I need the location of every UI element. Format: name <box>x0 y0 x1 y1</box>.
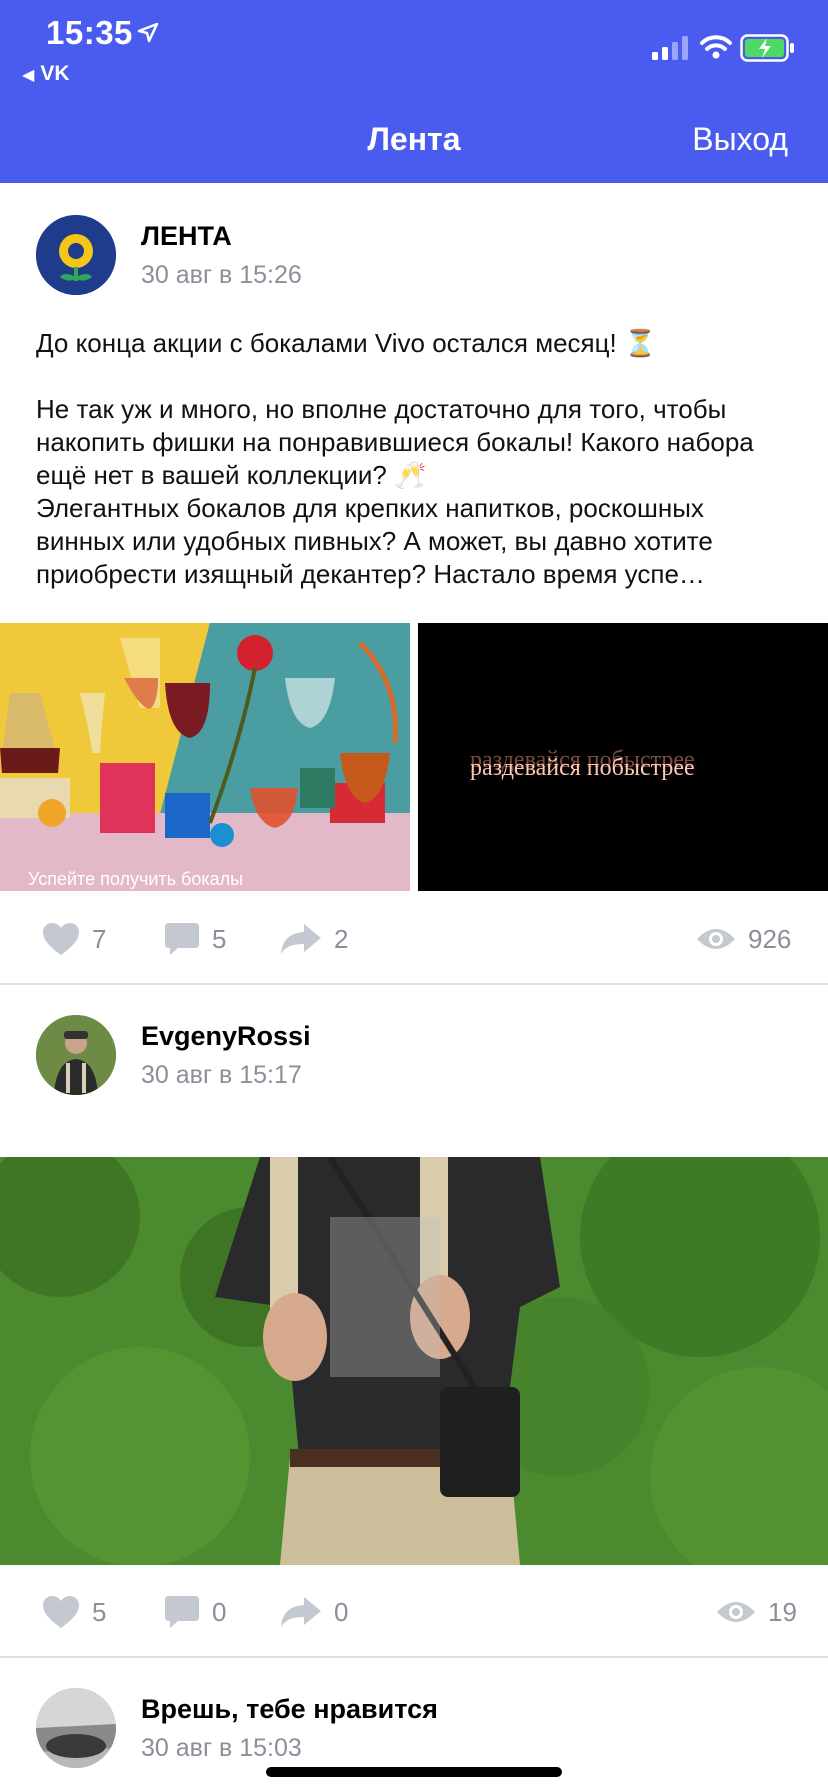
person-photo <box>0 1157 828 1565</box>
post-date: 30 авг в 15:26 <box>141 261 302 289</box>
comment-button[interactable]: 5 <box>164 909 226 969</box>
cat-photo-icon <box>36 1688 116 1768</box>
back-to-app-link[interactable]: ◀ VK <box>22 62 70 86</box>
post-evgenyrossi: EvgenyRossi 30 авг в 15:17 5 0 0 19 <box>0 985 828 1658</box>
post-author[interactable]: Врешь, тебе нравится <box>141 1694 438 1725</box>
post-date: 30 авг в 15:17 <box>141 1061 302 1089</box>
status-time: 15:35 <box>46 14 133 51</box>
battery-charging-icon <box>740 34 794 62</box>
views-counter: 926 <box>696 909 791 969</box>
post-video[interactable]: раздевайся побыстрее раздевайся побыстре… <box>418 623 828 891</box>
glasses-photo <box>0 623 410 891</box>
logout-button[interactable]: Выход <box>692 121 788 158</box>
comment-icon <box>165 1596 199 1628</box>
like-button[interactable]: 5 <box>42 1582 106 1642</box>
like-button[interactable]: 7 <box>42 909 106 969</box>
location-arrow-icon <box>137 22 159 43</box>
wifi-icon <box>700 35 732 59</box>
repost-count: 0 <box>334 1596 349 1627</box>
heart-icon <box>43 1596 79 1628</box>
cellular-signal-icon <box>652 36 688 60</box>
repost-button[interactable]: 2 <box>280 909 348 969</box>
back-triangle-icon: ◀ <box>22 67 35 84</box>
repost-button[interactable]: 0 <box>280 1582 348 1642</box>
post-actions: 5 0 0 19 <box>0 1582 828 1642</box>
post-author[interactable]: EvgenyRossi <box>141 1021 311 1052</box>
eye-icon <box>697 929 735 949</box>
like-count: 7 <box>92 923 107 954</box>
post-actions: 7 5 2 926 <box>0 909 828 969</box>
image-caption: Успейте получить бокалы <box>28 869 244 889</box>
video-caption: раздевайся побыстрее <box>470 755 695 781</box>
post-text: До конца акции с бокалами Vivo остался м… <box>36 328 754 589</box>
like-count: 5 <box>92 1596 107 1627</box>
post-date: 30 авг в 15:03 <box>141 1734 302 1762</box>
home-indicator[interactable] <box>266 1767 562 1777</box>
comment-icon <box>165 923 199 955</box>
avatar[interactable] <box>36 1015 116 1095</box>
comment-count: 0 <box>212 1596 227 1627</box>
sunflower-logo-icon <box>36 215 116 295</box>
views-count: 19 <box>768 1596 797 1627</box>
post-lenta: ЛЕНТА 30 авг в 15:26 До конца акции с бо… <box>0 183 828 985</box>
views-count: 926 <box>748 923 792 954</box>
views-counter: 19 <box>716 1582 797 1642</box>
comment-count: 5 <box>212 923 227 954</box>
top-bar: 15:35 ◀ VK Лента Выход <box>0 0 828 183</box>
post-image[interactable] <box>0 1157 828 1565</box>
post-image[interactable]: Успейте получить бокалы <box>0 623 410 891</box>
heart-icon <box>43 923 79 955</box>
comment-button[interactable]: 0 <box>164 1582 226 1642</box>
repost-count: 2 <box>334 923 349 954</box>
avatar[interactable] <box>36 215 116 295</box>
avatar[interactable] <box>36 1688 116 1768</box>
post-author[interactable]: ЛЕНТА <box>141 221 232 252</box>
share-arrow-icon <box>281 1597 321 1627</box>
eye-icon <box>717 1602 755 1622</box>
user-photo-icon <box>36 1015 116 1095</box>
share-arrow-icon <box>281 924 321 954</box>
